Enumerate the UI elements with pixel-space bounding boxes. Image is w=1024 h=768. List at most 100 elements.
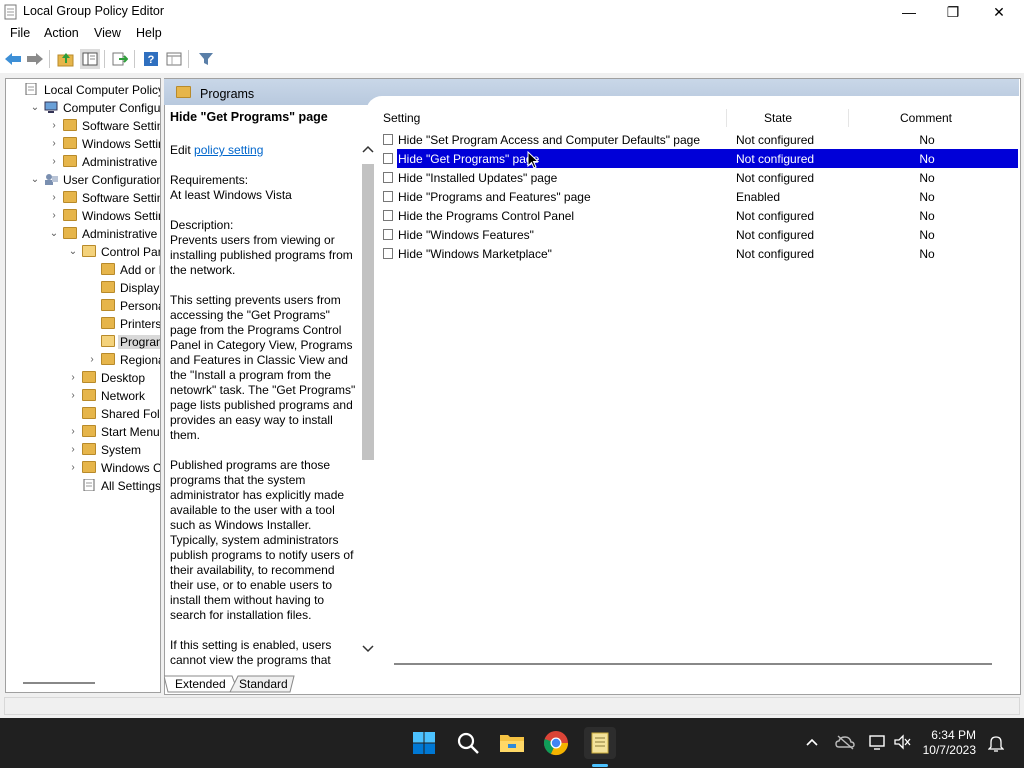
chevron-up-icon[interactable] xyxy=(805,737,819,747)
description-scrollbar[interactable] xyxy=(360,140,376,660)
properties-button[interactable] xyxy=(164,49,184,69)
table-row[interactable]: Hide "Installed Updates" page Not configu… xyxy=(378,168,1018,187)
expand-toggle-icon[interactable]: › xyxy=(68,372,78,384)
help-button[interactable]: ? xyxy=(141,49,161,69)
expand-toggle-icon[interactable]: › xyxy=(49,210,59,222)
back-button[interactable] xyxy=(3,49,23,69)
filter-button[interactable] xyxy=(196,49,216,69)
expand-toggle-icon[interactable]: › xyxy=(68,426,78,438)
setting-name: Hide "Windows Marketplace" xyxy=(398,247,552,261)
tree-node[interactable]: › Windows Cor xyxy=(6,459,160,477)
tree-node[interactable]: Display xyxy=(6,279,160,297)
maximize-button[interactable]: ❐ xyxy=(930,0,976,24)
expand-toggle-icon[interactable]: › xyxy=(49,156,59,168)
notification-bell-icon[interactable] xyxy=(988,734,1004,752)
console-tree[interactable]: Local Computer Policy ⌄ Computer Configura… xyxy=(5,78,161,693)
table-row[interactable]: Hide "Set Program Access and Computer De… xyxy=(378,130,1018,149)
tree-node[interactable]: › Windows Setting xyxy=(6,207,160,225)
table-row[interactable]: Hide "Get Programs" page Not configured No xyxy=(378,149,1018,168)
collapse-toggle-icon[interactable]: ⌄ xyxy=(49,228,59,240)
tree-node[interactable]: Local Computer Policy xyxy=(6,81,160,99)
network-icon[interactable] xyxy=(868,734,886,750)
tree-node[interactable]: › Start Menu ar xyxy=(6,423,160,441)
tree-node-label: Programs xyxy=(118,335,160,349)
column-setting[interactable]: Setting xyxy=(383,111,420,125)
table-row[interactable]: Hide "Programs and Features" page Enabled… xyxy=(378,187,1018,206)
expand-toggle-icon[interactable]: › xyxy=(49,120,59,132)
tree-node[interactable]: › System xyxy=(6,441,160,459)
menu-help[interactable]: Help xyxy=(136,26,162,40)
onedrive-offline-icon[interactable] xyxy=(835,734,855,750)
file-explorer-button[interactable] xyxy=(496,727,528,759)
expand-toggle-icon[interactable]: › xyxy=(68,462,78,474)
setting-comment: No xyxy=(919,152,935,166)
expand-toggle-icon[interactable]: › xyxy=(49,192,59,204)
system-clock[interactable]: 6:34 PM 10/7/2023 xyxy=(918,728,976,758)
table-row[interactable]: Hide "Windows Marketplace" Not configured… xyxy=(378,244,1018,263)
tree-node[interactable]: › Software Settings xyxy=(6,189,160,207)
tree-node[interactable]: ⌄ Administrative Te xyxy=(6,225,160,243)
list-horizontal-scrollbar[interactable] xyxy=(378,656,1016,672)
menu-view[interactable]: View xyxy=(94,26,121,40)
clock-time: 6:34 PM xyxy=(931,728,976,742)
table-row[interactable]: Hide "Windows Features" Not configured No xyxy=(378,225,1018,244)
expand-toggle-icon[interactable]: › xyxy=(87,354,97,366)
show-hide-tree-button[interactable] xyxy=(80,49,100,69)
tree-horizontal-scrollbar[interactable] xyxy=(6,677,158,689)
scroll-up-icon[interactable] xyxy=(361,144,375,154)
tree-node[interactable]: › Software Settings xyxy=(6,117,160,135)
close-icon: ✕ xyxy=(993,3,1005,20)
tree-node[interactable]: ⌄ Computer Configura xyxy=(6,99,160,117)
export-list-button[interactable] xyxy=(110,49,130,69)
volume-muted-icon[interactable] xyxy=(893,734,911,750)
tree-node-label: Control Panel xyxy=(101,245,160,259)
column-state[interactable]: State xyxy=(764,111,792,125)
expand-toggle-icon[interactable]: › xyxy=(68,444,78,456)
collapse-toggle-icon[interactable]: ⌄ xyxy=(68,246,78,258)
collapse-toggle-icon[interactable]: ⌄ xyxy=(30,174,40,186)
policy-editor-taskbar-button[interactable] xyxy=(584,727,616,759)
tree-node[interactable]: › Desktop xyxy=(6,369,160,387)
tree-node[interactable]: › Windows Setting xyxy=(6,135,160,153)
menu-file[interactable]: File xyxy=(10,26,30,40)
list-scroll-thumb[interactable] xyxy=(394,663,992,665)
search-icon xyxy=(457,732,479,754)
tree-node[interactable]: ⌄ Control Panel xyxy=(6,243,160,261)
search-button[interactable] xyxy=(452,727,484,759)
start-button[interactable] xyxy=(408,727,440,759)
expand-toggle-icon[interactable]: › xyxy=(49,138,59,150)
policy-setting-link[interactable]: policy setting xyxy=(194,143,263,157)
restore-icon: ❐ xyxy=(946,3,960,20)
tree-scroll-thumb[interactable] xyxy=(23,682,95,684)
tab-extended[interactable]: Extended xyxy=(175,675,226,693)
status-bar xyxy=(0,695,1024,718)
tree-node[interactable]: Personaliz xyxy=(6,297,160,315)
tree-node[interactable]: › Administrative Te xyxy=(6,153,160,171)
tree-node[interactable]: › Network xyxy=(6,387,160,405)
chrome-button[interactable] xyxy=(540,727,572,759)
close-button[interactable]: ✕ xyxy=(976,0,1022,24)
tree-node[interactable]: › Regional a xyxy=(6,351,160,369)
tree-node[interactable]: Programs xyxy=(6,333,160,351)
table-row[interactable]: Hide the Programs Control Panel Not confi… xyxy=(378,206,1018,225)
console-tree-icon xyxy=(82,52,98,66)
expand-toggle-icon[interactable]: › xyxy=(68,390,78,402)
tree-node[interactable]: Printers xyxy=(6,315,160,333)
collapse-toggle-icon[interactable]: ⌄ xyxy=(30,102,40,114)
tree-node[interactable]: Shared Folder xyxy=(6,405,160,423)
folder-icon xyxy=(63,155,77,167)
tree-node-label: Personaliz xyxy=(120,299,160,313)
minimize-button[interactable]: — xyxy=(886,0,932,24)
description-para1: Prevents users from viewing or installin… xyxy=(170,233,353,277)
menu-action[interactable]: Action xyxy=(44,26,79,40)
scroll-down-icon[interactable] xyxy=(361,644,375,654)
forward-button[interactable] xyxy=(25,49,45,69)
tree-node[interactable]: All Settings xyxy=(6,477,160,495)
tree-node[interactable]: ⌄ User Configuration xyxy=(6,171,160,189)
tree-node[interactable]: Add or Re xyxy=(6,261,160,279)
folder-open-icon xyxy=(101,335,115,347)
up-folder-button[interactable] xyxy=(56,49,76,69)
tab-standard[interactable]: Standard xyxy=(239,675,288,693)
column-comment[interactable]: Comment xyxy=(900,111,952,125)
description-scroll-thumb[interactable] xyxy=(362,164,374,460)
